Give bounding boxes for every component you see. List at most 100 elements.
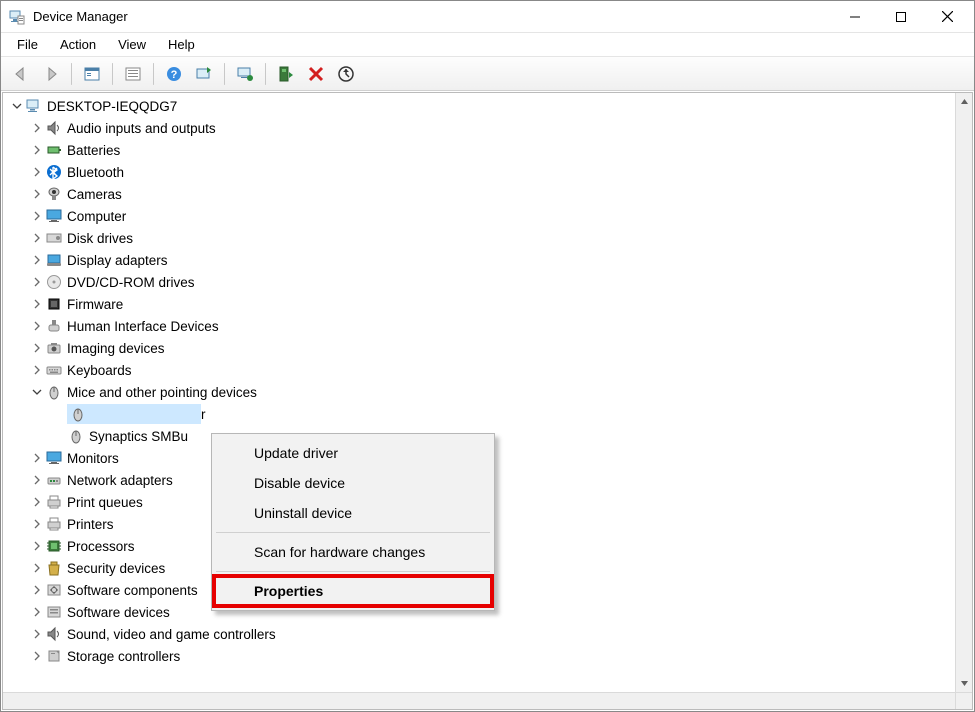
menu-view[interactable]: View (108, 35, 156, 54)
caret-right-icon[interactable] (29, 208, 45, 224)
tree-category[interactable]: Human Interface Devices (3, 315, 955, 337)
category-icon (45, 251, 63, 269)
menu-file[interactable]: File (7, 35, 48, 54)
content-pane: DESKTOP-IEQQDG7 Audio inputs and outputs… (2, 92, 973, 710)
tree-device-selected[interactable]: r (3, 403, 955, 425)
scroll-down-icon[interactable] (956, 675, 972, 692)
context-disable-device[interactable]: Disable device (214, 468, 492, 498)
app-icon (9, 9, 25, 25)
toolbar-separator (224, 63, 225, 85)
tree-category[interactable]: Keyboards (3, 359, 955, 381)
category-icon (45, 625, 63, 643)
context-properties[interactable]: Properties (214, 576, 492, 606)
category-icon (45, 163, 63, 181)
caret-down-icon[interactable] (29, 384, 45, 400)
update-driver-button[interactable] (272, 61, 300, 87)
tree-root-label: DESKTOP-IEQQDG7 (47, 99, 177, 114)
forward-button[interactable] (37, 61, 65, 87)
caret-right-icon[interactable] (29, 516, 45, 532)
category-icon (45, 185, 63, 203)
tree-category[interactable]: Imaging devices (3, 337, 955, 359)
caret-down-icon[interactable] (9, 98, 25, 114)
caret-right-icon[interactable] (29, 340, 45, 356)
tree-category[interactable]: Firmware (3, 293, 955, 315)
context-uninstall-device[interactable]: Uninstall device (214, 498, 492, 528)
properties-button[interactable] (119, 61, 147, 87)
close-button[interactable] (924, 2, 970, 32)
mouse-icon (69, 405, 87, 423)
help-button[interactable]: ? (160, 61, 188, 87)
caret-right-icon[interactable] (29, 494, 45, 510)
tree-category[interactable]: Display adapters (3, 249, 955, 271)
category-icon (45, 515, 63, 533)
back-button[interactable] (7, 61, 35, 87)
maximize-button[interactable] (878, 2, 924, 32)
uninstall-button[interactable] (302, 61, 330, 87)
tree-category[interactable]: Bluetooth (3, 161, 955, 183)
category-icon (45, 339, 63, 357)
caret-right-icon[interactable] (29, 560, 45, 576)
tree-category-label: DVD/CD-ROM drives (67, 275, 195, 290)
tree-category-label: Printers (67, 517, 114, 532)
show-hide-tree-button[interactable] (78, 61, 106, 87)
title-bar: Device Manager (1, 1, 974, 33)
vertical-scrollbar[interactable] (955, 93, 972, 692)
category-icon (45, 559, 63, 577)
caret-right-icon[interactable] (29, 274, 45, 290)
tree-category-label: Processors (67, 539, 135, 554)
category-icon (45, 295, 63, 313)
category-icon (45, 647, 63, 665)
caret-right-icon[interactable] (29, 538, 45, 554)
category-icon (45, 537, 63, 555)
tree-category[interactable]: Audio inputs and outputs (3, 117, 955, 139)
tree-category[interactable]: DVD/CD-ROM drives (3, 271, 955, 293)
tree-category[interactable]: Computer (3, 205, 955, 227)
menu-help[interactable]: Help (158, 35, 205, 54)
caret-right-icon[interactable] (29, 252, 45, 268)
caret-right-icon[interactable] (29, 230, 45, 246)
toolbar-separator (153, 63, 154, 85)
caret-right-icon[interactable] (29, 296, 45, 312)
remote-computer-button[interactable] (231, 61, 259, 87)
caret-right-icon[interactable] (29, 318, 45, 334)
caret-right-icon[interactable] (29, 186, 45, 202)
context-update-driver[interactable]: Update driver (214, 438, 492, 468)
toolbar-separator (265, 63, 266, 85)
tree-category-label: Cameras (67, 187, 122, 202)
caret-right-icon[interactable] (29, 450, 45, 466)
caret-right-icon[interactable] (29, 362, 45, 378)
scan-button[interactable] (332, 61, 360, 87)
category-icon (45, 493, 63, 511)
computer-icon (25, 97, 43, 115)
tree-category[interactable]: Storage controllers (3, 645, 955, 667)
horizontal-scrollbar[interactable] (3, 692, 955, 709)
context-scan-hardware[interactable]: Scan for hardware changes (214, 537, 492, 567)
caret-right-icon[interactable] (29, 604, 45, 620)
category-icon (45, 273, 63, 291)
minimize-button[interactable] (832, 2, 878, 32)
tree-root[interactable]: DESKTOP-IEQQDG7 (3, 95, 955, 117)
tree-category[interactable]: Mice and other pointing devices (3, 381, 955, 403)
caret-right-icon[interactable] (29, 164, 45, 180)
device-tree[interactable]: DESKTOP-IEQQDG7 Audio inputs and outputs… (3, 93, 972, 709)
caret-right-icon[interactable] (29, 626, 45, 642)
caret-right-icon[interactable] (29, 142, 45, 158)
menu-action[interactable]: Action (50, 35, 106, 54)
caret-right-icon[interactable] (29, 120, 45, 136)
tree-category[interactable]: Sound, video and game controllers (3, 623, 955, 645)
caret-right-icon[interactable] (29, 472, 45, 488)
tree-category-label: Human Interface Devices (67, 319, 219, 334)
tree-category-label: Disk drives (67, 231, 133, 246)
tree-category-label: Keyboards (67, 363, 132, 378)
scroll-up-icon[interactable] (956, 93, 972, 110)
tree-category-label: Network adapters (67, 473, 173, 488)
caret-right-icon[interactable] (29, 582, 45, 598)
tree-category[interactable]: Disk drives (3, 227, 955, 249)
category-icon (45, 603, 63, 621)
category-icon (45, 581, 63, 599)
tree-category[interactable]: Batteries (3, 139, 955, 161)
tree-category-label: Mice and other pointing devices (67, 385, 257, 400)
tree-category[interactable]: Cameras (3, 183, 955, 205)
scan-hardware-button[interactable] (190, 61, 218, 87)
caret-right-icon[interactable] (29, 648, 45, 664)
